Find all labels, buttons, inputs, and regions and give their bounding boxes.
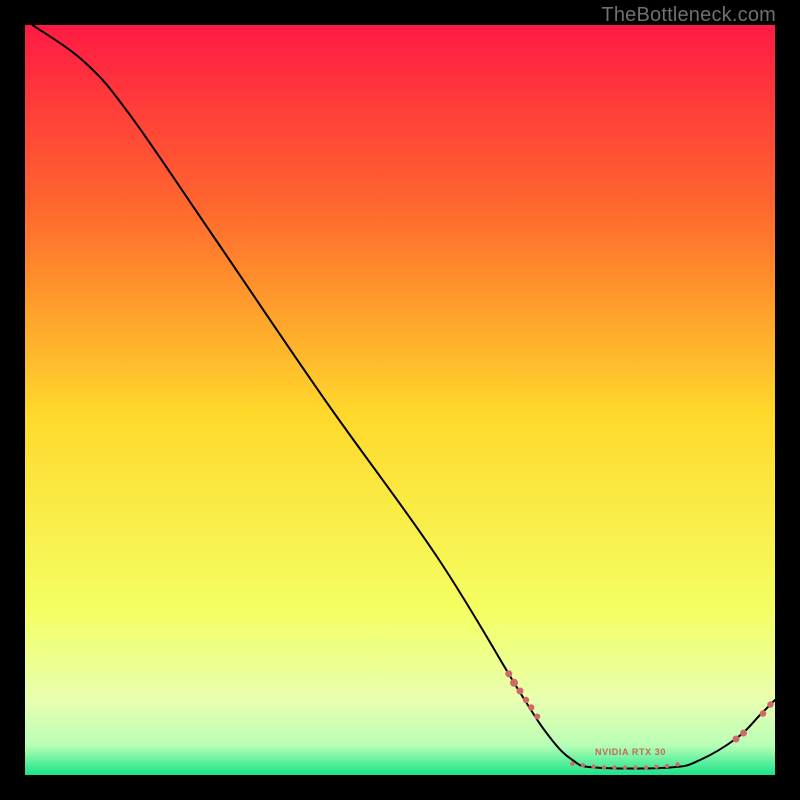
data-marker [623,765,627,769]
data-marker [733,736,740,743]
data-marker [767,701,773,707]
data-marker [510,679,518,687]
data-marker [517,688,524,695]
data-marker [760,710,767,717]
data-marker [581,763,585,767]
data-marker [740,730,747,737]
data-marker [602,765,606,769]
data-marker [612,765,616,769]
series-label: NVIDIA RTX 30 [595,747,666,757]
bottleneck-curve [33,25,776,769]
data-marker [570,762,574,766]
attribution-label: TheBottleneck.com [601,4,776,27]
data-marker [665,764,669,768]
data-marker [644,765,648,769]
data-marker [591,765,595,769]
data-marker [528,704,534,710]
data-marker [505,670,512,677]
data-marker [633,765,637,769]
data-marker [654,765,658,769]
curve-line [33,25,776,769]
plot-area: NVIDIA RTX 30 [25,25,775,775]
data-marker [523,697,529,703]
chart-svg [25,25,775,775]
data-marker [534,714,540,720]
data-marker [675,762,679,766]
chart-stage: TheBottleneck.com NVIDIA RTX 30 [0,0,800,800]
